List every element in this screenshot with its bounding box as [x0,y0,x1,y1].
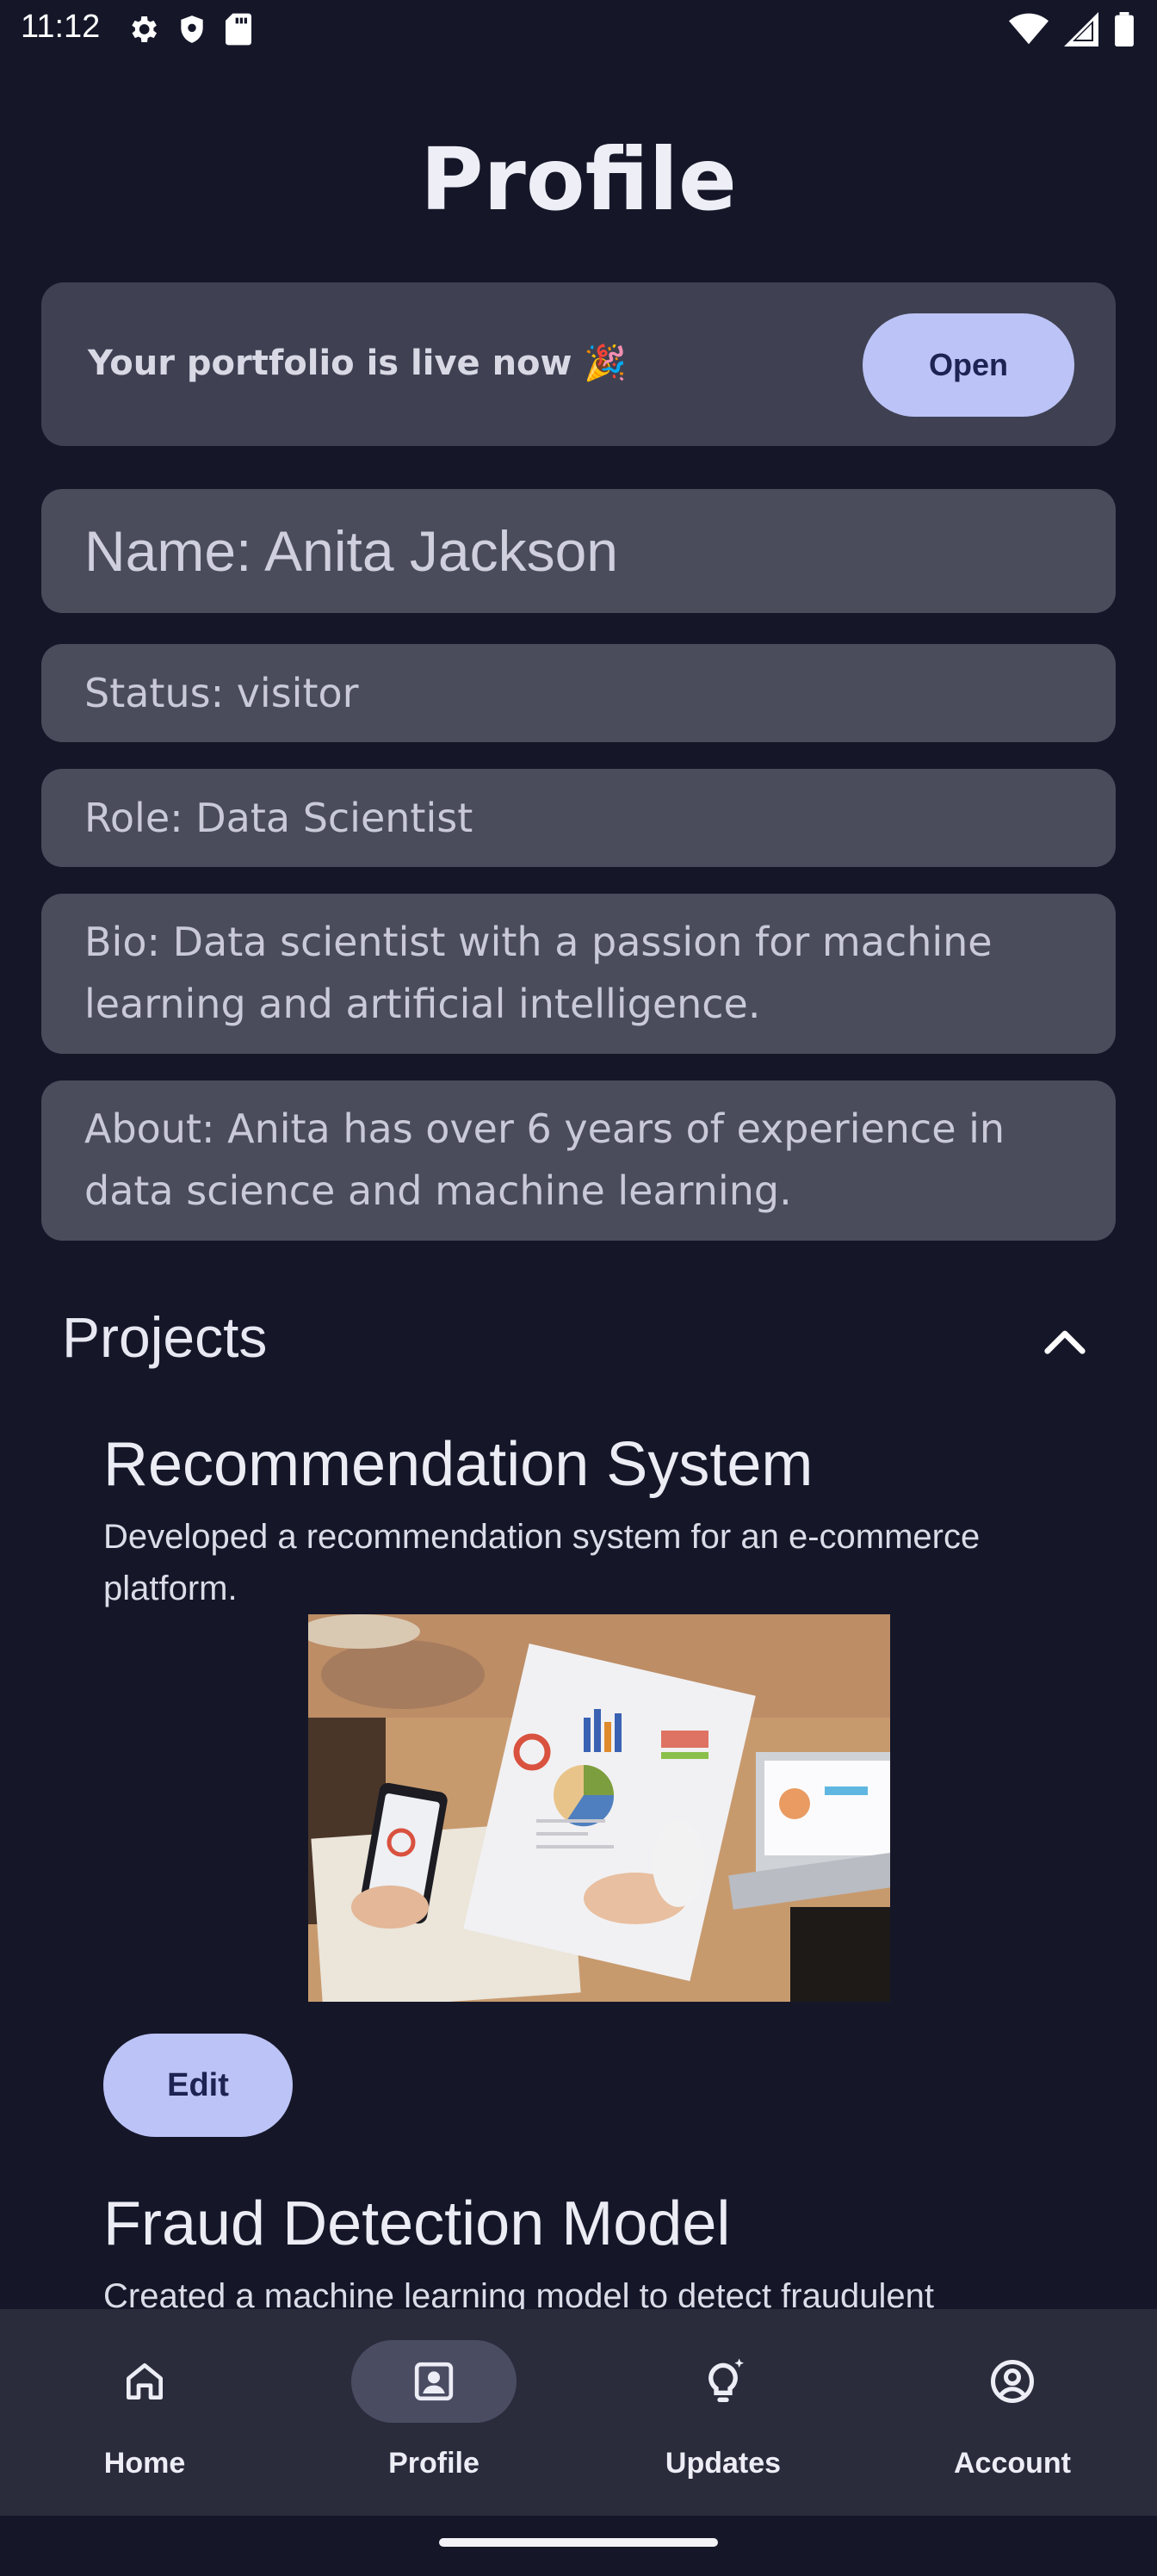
wifi-icon [1009,13,1049,45]
bottom-navigation: Home Profile Updates Account [0,2309,1157,2516]
home-icon [127,2363,164,2400]
signal-icon [1064,12,1098,46]
nav-item-home[interactable]: Home [0,2309,289,2516]
nav-label-profile: Profile [388,2447,480,2480]
open-portfolio-button[interactable]: Open [863,313,1074,417]
name-field[interactable]: Name: Anita Jackson [41,489,1116,613]
nav-label-updates: Updates [665,2447,782,2480]
project-title: Fraud Detection Model [103,2189,731,2258]
bio-field[interactable]: Bio: Data scientist with a passion for m… [41,894,1116,1054]
gear-icon [132,16,157,42]
chevron-up-icon[interactable] [1042,1324,1088,1359]
status-left-icons [126,12,253,46]
nav-label-account: Account [954,2447,1071,2480]
project-image [308,1614,890,2002]
project-description: Developed a recommendation system for an… [103,1518,981,1607]
lightbulb-icon [708,2358,744,2402]
sd-card-icon [226,13,251,46]
account-icon [991,2360,1034,2403]
role-field[interactable]: Role: Data Scientist [41,769,1116,867]
status-field[interactable]: Status: visitor [41,644,1116,742]
battery-icon [1115,12,1134,46]
nav-label-home: Home [103,2447,186,2480]
nav-item-account[interactable]: Account [868,2309,1157,2516]
project-description: Created a machine learning model to dete… [103,2277,935,2309]
about-field[interactable]: About: Anita has over 6 years of experie… [41,1081,1116,1241]
portfolio-live-banner: Your portfolio is live now 🎉 Open [41,282,1116,446]
edit-project-button[interactable]: Edit [103,2034,293,2137]
gesture-handle[interactable] [439,2538,718,2547]
project-title: Recommendation System [103,1430,814,1499]
status-right-icons [1009,12,1135,46]
status-time: 11:12 [21,9,101,45]
projects-header[interactable]: Projects [62,1304,267,1370]
nav-item-profile[interactable]: Profile [289,2309,578,2516]
status-bar: 11:12 [0,0,1157,62]
banner-text: Your portfolio is live now 🎉 [88,344,628,383]
nav-item-updates[interactable]: Updates [578,2309,868,2516]
shield-icon [181,15,203,43]
profile-icon [414,2362,454,2401]
page-title: Profile [420,129,737,230]
